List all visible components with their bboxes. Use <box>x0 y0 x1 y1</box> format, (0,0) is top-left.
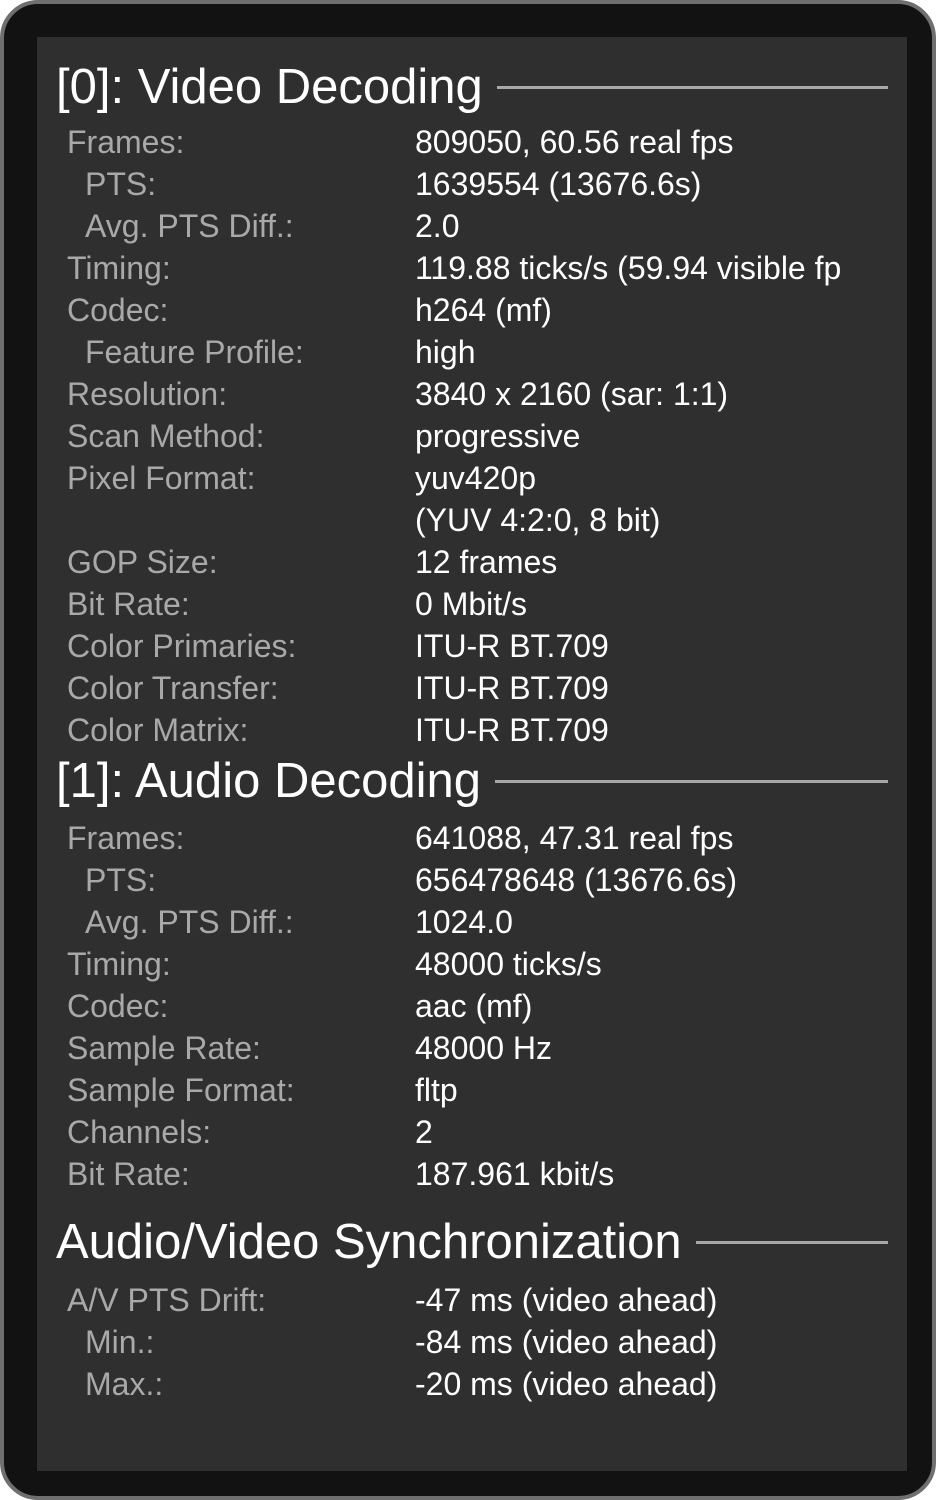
stat-label: Resolution: <box>67 376 228 412</box>
stat-value: aac (mf) <box>415 988 533 1024</box>
stat-value: 809050, 60.56 real fps <box>415 124 734 160</box>
section-divider <box>496 85 888 89</box>
stat-label: PTS: <box>85 862 157 898</box>
stat-label: Pixel Format: <box>67 460 256 496</box>
stat-row: Scan Method: progressive <box>37 415 907 457</box>
stat-value: ITU-R BT.709 <box>415 670 609 706</box>
stat-label: GOP Size: <box>67 544 218 580</box>
stat-label: Sample Format: <box>67 1072 295 1108</box>
stat-row: Max.: -20 ms (video ahead) <box>37 1363 907 1405</box>
stat-label: Min.: <box>85 1324 155 1360</box>
stat-row: Channels: 2 <box>37 1111 907 1153</box>
stat-row: PTS: 656478648 (13676.6s) <box>37 859 907 901</box>
sync-section-header: Audio/Video Synchronization <box>56 1214 888 1270</box>
stat-row: GOP Size: 12 frames <box>37 541 907 583</box>
stat-row: Frames: 809050, 60.56 real fps <box>37 121 907 163</box>
stat-label: Codec: <box>67 292 169 328</box>
stat-value: 48000 Hz <box>415 1030 552 1066</box>
stat-label: Feature Profile: <box>85 334 304 370</box>
stat-row: Sample Format: fltp <box>37 1069 907 1111</box>
stat-row: Timing: 119.88 ticks/s (59.94 visible fp <box>37 247 907 289</box>
stat-value: 1639554 (13676.6s) <box>415 166 702 202</box>
audio-section-header: [1]: Audio Decoding <box>56 753 888 809</box>
stat-value: 0 Mbit/s <box>415 586 528 622</box>
stat-row: Feature Profile: high <box>37 331 907 373</box>
stat-value: 1024.0 <box>415 904 513 940</box>
stat-value: 3840 x 2160 (sar: 1:1) <box>415 376 729 412</box>
stat-row: Min.: -84 ms (video ahead) <box>37 1321 907 1363</box>
stat-row: Color Primaries: ITU-R BT.709 <box>37 625 907 667</box>
stat-row: Color Transfer: ITU-R BT.709 <box>37 667 907 709</box>
stat-value: ITU-R BT.709 <box>415 712 609 748</box>
stat-value: -84 ms (video ahead) <box>415 1324 718 1360</box>
stat-label: Frames: <box>67 820 185 856</box>
stat-label: Frames: <box>67 124 185 160</box>
stat-row: Bit Rate: 0 Mbit/s <box>37 583 907 625</box>
stat-label: PTS: <box>85 166 157 202</box>
section-title: Audio/Video Synchronization <box>56 1215 682 1269</box>
stat-value: 641088, 47.31 real fps <box>415 820 734 856</box>
stat-row: Codec: h264 (mf) <box>37 289 907 331</box>
stat-label: Color Matrix: <box>67 712 249 748</box>
stat-value: 48000 ticks/s <box>415 946 602 982</box>
stat-value: ITU-R BT.709 <box>415 628 609 664</box>
stat-value: 656478648 (13676.6s) <box>415 862 738 898</box>
stat-value: -20 ms (video ahead) <box>415 1366 718 1402</box>
stat-label: Color Primaries: <box>67 628 297 664</box>
stat-row: Color Matrix: ITU-R BT.709 <box>37 709 907 751</box>
stat-value: fltp <box>415 1072 458 1108</box>
stat-label: Timing: <box>67 250 171 286</box>
stat-row: Bit Rate: 187.961 kbit/s <box>37 1153 907 1195</box>
stat-label: Avg. PTS Diff.: <box>85 904 294 940</box>
stat-row: Avg. PTS Diff.: 2.0 <box>37 205 907 247</box>
stat-label: Scan Method: <box>67 418 265 454</box>
stat-row: (YUV 4:2:0, 8 bit) <box>37 499 907 541</box>
stat-label: Bit Rate: <box>67 1156 190 1192</box>
video-section-header: [0]: Video Decoding <box>56 59 888 115</box>
stat-row: PTS: 1639554 (13676.6s) <box>37 163 907 205</box>
stat-label: Sample Rate: <box>67 1030 261 1066</box>
stat-label: Bit Rate: <box>67 586 190 622</box>
stat-row: A/V PTS Drift: -47 ms (video ahead) <box>37 1279 907 1321</box>
stat-value: 119.88 ticks/s (59.94 visible fp <box>415 250 842 286</box>
stat-row: Resolution: 3840 x 2160 (sar: 1:1) <box>37 373 907 415</box>
stat-value: 187.961 kbit/s <box>415 1156 615 1192</box>
stat-label: Avg. PTS Diff.: <box>85 208 294 244</box>
section-title: [0]: Video Decoding <box>56 60 483 114</box>
window-frame: [0]: Video Decoding Frames: 809050, 60.56… <box>0 0 936 1500</box>
stat-row: Sample Rate: 48000 Hz <box>37 1027 907 1069</box>
stat-row: Frames: 641088, 47.31 real fps <box>37 817 907 859</box>
section-divider <box>695 1240 888 1244</box>
stat-row: Codec: aac (mf) <box>37 985 907 1027</box>
stat-label: Channels: <box>67 1114 212 1150</box>
stat-value: 12 frames <box>415 544 558 580</box>
stat-value: high <box>415 334 476 370</box>
stat-label: Codec: <box>67 988 169 1024</box>
stat-value: (YUV 4:2:0, 8 bit) <box>415 502 661 538</box>
stat-label: A/V PTS Drift: <box>67 1282 267 1318</box>
stats-panel: [0]: Video Decoding Frames: 809050, 60.56… <box>37 37 907 1471</box>
stat-label: Timing: <box>67 946 171 982</box>
section-divider <box>494 779 888 783</box>
stat-row: Avg. PTS Diff.: 1024.0 <box>37 901 907 943</box>
stat-value: 2.0 <box>415 208 460 244</box>
stat-value: 2 <box>415 1114 433 1150</box>
stat-label: Color Transfer: <box>67 670 279 706</box>
stat-row: Pixel Format: yuv420p <box>37 457 907 499</box>
stat-row: Timing: 48000 ticks/s <box>37 943 907 985</box>
stat-value: yuv420p <box>415 460 536 496</box>
stat-value: -47 ms (video ahead) <box>415 1282 718 1318</box>
stat-value: h264 (mf) <box>415 292 552 328</box>
stat-value: progressive <box>415 418 581 454</box>
section-title: [1]: Audio Decoding <box>56 754 481 808</box>
stat-label: Max.: <box>85 1366 164 1402</box>
